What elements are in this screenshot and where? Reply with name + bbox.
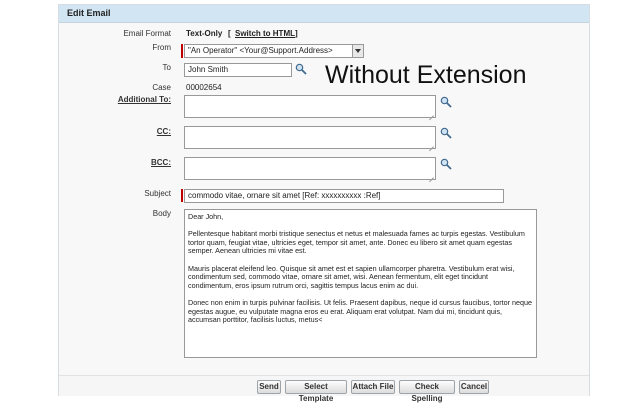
subject-required-marker — [181, 189, 183, 202]
bracket-close: ] — [295, 29, 298, 38]
switch-to-html-link[interactable]: Switch to HTML — [235, 29, 295, 38]
additional-to-lookup-icon[interactable] — [440, 96, 452, 108]
case-number[interactable]: 00002654 — [186, 83, 222, 92]
subject-field[interactable]: commodo vitae, ornare sit amet [Ref: xxx… — [184, 189, 504, 203]
case-label: Case — [152, 83, 171, 92]
cc-field[interactable] — [184, 126, 436, 149]
from-select[interactable]: "An Operator" <Your@Support.Address> — [184, 44, 364, 58]
email-format-value: Text-Only — [186, 29, 223, 38]
bracket-open: [ — [228, 29, 231, 38]
to-lookup-icon[interactable] — [295, 63, 307, 75]
from-label: From — [152, 43, 171, 52]
body-label: Body — [152, 209, 171, 218]
panel-title: Edit Email — [67, 8, 111, 18]
email-format-label: Email Format — [123, 29, 171, 38]
overlay-caption: Without Extension — [325, 61, 527, 89]
button-bar: Send Select Template Attach File Check S… — [59, 375, 589, 403]
body-field[interactable]: Dear John, Pellentesque habitant morbi t… — [184, 209, 537, 358]
chevron-down-icon[interactable] — [352, 45, 363, 57]
to-field[interactable]: John Smith — [184, 63, 292, 77]
from-selected-value: "An Operator" <Your@Support.Address> — [188, 46, 333, 55]
panel-header: Edit Email — [59, 5, 589, 23]
from-required-marker — [181, 44, 183, 58]
cancel-button[interactable]: Cancel — [459, 380, 489, 394]
cc-lookup-icon[interactable] — [440, 127, 452, 139]
to-label: To — [162, 63, 171, 72]
bcc-lookup-icon[interactable] — [440, 158, 452, 170]
resize-grip-icon[interactable] — [428, 172, 434, 178]
subject-label: Subject — [144, 189, 171, 198]
subject-value: commodo vitae, ornare sit amet [Ref: xxx… — [188, 191, 381, 200]
bcc-field[interactable] — [184, 157, 436, 180]
bcc-label[interactable]: BCC: — [111, 158, 171, 167]
select-template-button[interactable]: Select Template — [285, 380, 347, 403]
resize-grip-icon[interactable] — [428, 110, 434, 116]
attach-file-button[interactable]: Attach File — [351, 380, 395, 394]
resize-grip-icon[interactable] — [428, 141, 434, 147]
cc-label[interactable]: CC: — [111, 127, 171, 136]
to-value: John Smith — [188, 65, 229, 74]
additional-to-label[interactable]: Additional To: — [111, 95, 171, 104]
additional-to-field[interactable] — [184, 95, 436, 118]
check-spelling-button[interactable]: Check Spelling — [399, 380, 455, 403]
send-button[interactable]: Send — [257, 380, 281, 394]
